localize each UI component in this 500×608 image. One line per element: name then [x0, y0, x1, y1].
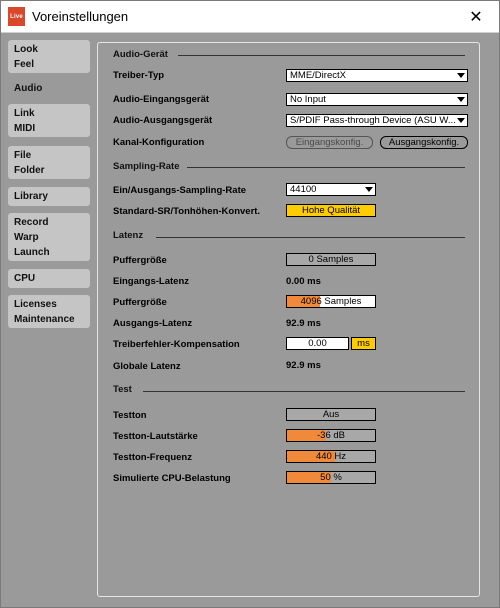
driver-error-comp-value: 0.00 — [308, 338, 327, 349]
test-tone-toggle[interactable]: Aus — [286, 408, 376, 421]
input-device-label: Audio-Eingangsgerät — [113, 94, 210, 105]
preferences-window: Live Voreinstellungen ✕ Look Feel Audio … — [0, 0, 500, 608]
sidebar-item-link-midi[interactable]: Link MIDI — [8, 104, 90, 137]
sidebar-item-label: Link — [14, 108, 35, 119]
output-buffer-size-field[interactable]: 4096 Samples — [286, 295, 376, 308]
test-tone-volume-label: Testton-Lautstärke — [113, 431, 198, 442]
input-device-value: No Input — [290, 94, 326, 105]
output-buffer-size-value: 4096 Samples — [300, 296, 362, 307]
test-tone-frequency-label: Testton-Frequenz — [113, 452, 192, 463]
section-title-latency: Latenz — [113, 230, 144, 241]
output-latency-value: 92.9 ms — [286, 318, 321, 329]
sidebar-item-library[interactable]: Library — [8, 187, 90, 206]
section-title-test: Test — [113, 384, 132, 395]
title-bar[interactable]: Live Voreinstellungen ✕ — [1, 1, 499, 33]
input-buffer-size-label: Puffergröße — [113, 255, 167, 266]
input-buffer-size-field[interactable]: 0 Samples — [286, 253, 376, 266]
sidebar-item-label: MIDI — [14, 123, 36, 134]
sidebar-item-label: Licenses — [14, 299, 57, 310]
driver-type-value: MME/DirectX — [290, 70, 346, 81]
test-tone-label: Testton — [113, 410, 147, 421]
driver-error-comp-field[interactable]: 0.00 — [286, 337, 349, 350]
sidebar-item-audio[interactable]: Audio — [8, 79, 97, 98]
driver-error-comp-ms-toggle[interactable]: ms — [351, 337, 376, 350]
input-device-dropdown[interactable]: No Input — [286, 93, 468, 106]
test-tone-frequency-slider[interactable]: 440 Hz — [286, 450, 376, 463]
test-tone-value: Aus — [322, 409, 340, 420]
sidebar-item-label: CPU — [14, 273, 36, 284]
sidebar-item-label: Maintenance — [14, 314, 75, 325]
output-config-button[interactable]: Ausgangskonfig. — [380, 136, 468, 149]
sampling-rate-dropdown[interactable]: 44100 — [286, 183, 376, 196]
section-divider — [187, 167, 465, 168]
sidebar-item-label: Folder — [14, 165, 45, 176]
default-sr-label: Standard-SR/Tonhöhen-Konvert. — [113, 206, 261, 217]
sidebar-item-cpu[interactable]: CPU — [8, 269, 90, 288]
input-latency-value: 0.00 ms — [286, 276, 321, 287]
close-icon: ✕ — [469, 8, 483, 26]
sidebar-item-look-feel[interactable]: Look Feel — [8, 40, 90, 73]
section-title-sampling-rate: Sampling-Rate — [113, 161, 180, 172]
output-buffer-size-label: Puffergröße — [113, 297, 167, 308]
section-divider — [143, 391, 465, 392]
driver-type-label: Treiber-Typ — [113, 70, 165, 81]
input-config-button[interactable]: Eingangskonfig. — [286, 136, 373, 149]
input-latency-label: Eingangs-Latenz — [113, 276, 190, 287]
ms-unit-label: ms — [357, 338, 370, 349]
output-device-label: Audio-Ausgangsgerät — [113, 115, 213, 126]
section-divider — [156, 237, 465, 238]
chevron-down-icon — [457, 73, 465, 78]
output-device-value: S/PDIF Pass-through Device (ASU W... — [290, 115, 456, 126]
sidebar-item-licenses-maintenance[interactable]: Licenses Maintenance — [8, 295, 90, 328]
chevron-down-icon — [365, 187, 373, 192]
io-sampling-rate-label: Ein/Ausgangs-Sampling-Rate — [113, 185, 247, 196]
simulated-cpu-load-label: Simulierte CPU-Belastung — [113, 473, 231, 484]
sidebar-item-label: Warp — [14, 232, 39, 243]
sampling-rate-value: 44100 — [290, 184, 317, 195]
sidebar-item-file-folder[interactable]: File Folder — [8, 146, 90, 179]
high-quality-toggle[interactable]: Hohe Qualität — [286, 204, 376, 217]
close-button[interactable]: ✕ — [453, 1, 499, 32]
sidebar-item-label: File — [14, 150, 32, 161]
overall-latency-value: 92.9 ms — [286, 360, 321, 371]
sidebar-item-label: Feel — [14, 59, 35, 70]
sidebar-item-label: Launch — [14, 247, 50, 258]
ableton-live-app-icon: Live — [8, 7, 25, 26]
simulated-cpu-load-slider[interactable]: 50 % — [286, 471, 376, 484]
output-device-dropdown[interactable]: S/PDIF Pass-through Device (ASU W... — [286, 114, 468, 127]
audio-settings-panel: Audio-Gerät Treiber-Typ MME/DirectX Audi… — [97, 42, 480, 597]
chevron-down-icon — [457, 118, 465, 123]
window-title: Voreinstellungen — [32, 9, 129, 24]
section-title-audio-device: Audio-Gerät — [113, 49, 168, 60]
sidebar-item-label: Record — [14, 217, 49, 228]
section-divider — [178, 55, 465, 56]
sidebar-item-record-warp-launch[interactable]: Record Warp Launch — [8, 213, 90, 261]
high-quality-value: Hohe Qualität — [301, 205, 361, 216]
simulated-cpu-load-value: 50 % — [320, 472, 342, 483]
input-buffer-size-value: 0 Samples — [308, 254, 354, 265]
sidebar-item-label: Library — [14, 191, 48, 202]
driver-type-dropdown[interactable]: MME/DirectX — [286, 69, 468, 82]
chevron-down-icon — [457, 97, 465, 102]
overall-latency-label: Globale Latenz — [113, 361, 181, 372]
sidebar-item-label: Look — [14, 44, 38, 55]
test-tone-volume-value: -36 dB — [317, 430, 345, 441]
test-tone-volume-slider[interactable]: -36 dB — [286, 429, 376, 442]
sidebar: Look Feel Audio Link MIDI File Folder Li… — [1, 33, 97, 607]
test-tone-frequency-value: 440 Hz — [315, 451, 347, 462]
sidebar-item-label: Audio — [14, 83, 43, 94]
output-latency-label: Ausgangs-Latenz — [113, 318, 193, 329]
driver-error-comp-label: Treiberfehler-Kompensation — [113, 339, 240, 350]
channel-config-label: Kanal-Konfiguration — [113, 137, 205, 148]
